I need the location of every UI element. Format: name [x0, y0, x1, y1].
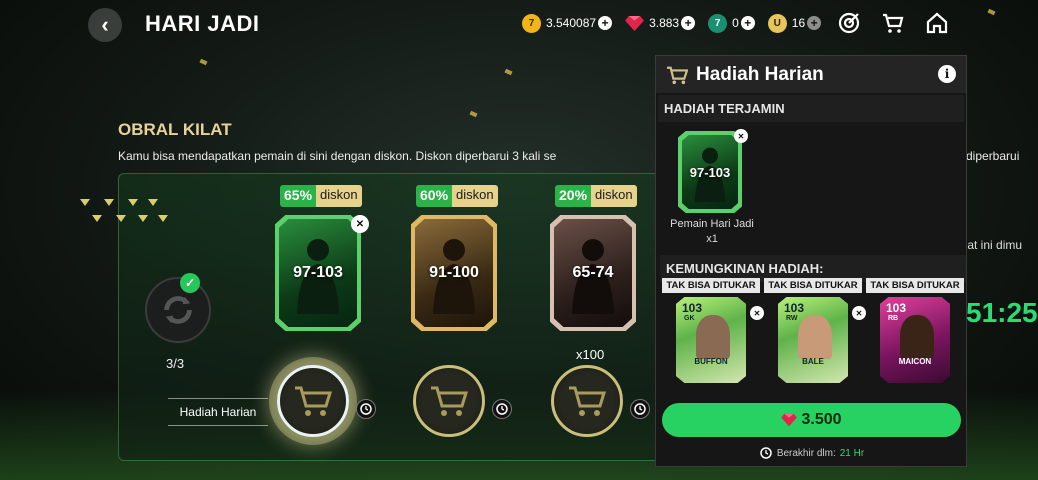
decorative-triangles: [80, 199, 170, 229]
currency-u-coins: U 16 +: [767, 13, 822, 33]
currency-value: 16: [791, 16, 806, 30]
home-icon[interactable]: [924, 10, 950, 36]
buy-button-3[interactable]: [551, 365, 623, 437]
player-portrait: [798, 315, 832, 359]
cart-icon: [569, 386, 607, 416]
daily-reward-popup: Hadiah Harian i HADIAH TERJAMIN 97-103 ✕…: [655, 55, 967, 467]
back-button[interactable]: ‹: [88, 8, 122, 42]
clock-icon: [630, 399, 650, 419]
section-description-overflow: diperbarui: [966, 149, 1020, 163]
discount-badge: 20% diskon: [555, 185, 637, 207]
currency-gems: 3.883 +: [625, 14, 696, 33]
refresh-icon: [164, 296, 192, 324]
popup-title: Hadiah Harian: [696, 63, 824, 85]
untradeable-icon: ✕: [852, 306, 866, 320]
currency-value: 0: [732, 16, 739, 30]
gem-icon: [781, 413, 798, 427]
clock-icon: [356, 399, 376, 419]
player-card: 103 GK BUFFON: [676, 297, 746, 383]
refresh-count: 3/3: [166, 356, 185, 371]
cart-icon: [295, 386, 333, 416]
buy-price-button[interactable]: 3.500: [662, 403, 961, 437]
untradeable-icon: ✕: [734, 129, 748, 143]
price-value: 3.500: [801, 411, 842, 428]
currency-bar: 7 3.540087 + 3.883 + 7 0 + U 16 +: [522, 11, 834, 35]
currency-tokens: 7 0 +: [708, 13, 755, 33]
player-card: 91-100: [411, 215, 497, 331]
possible-reward-item[interactable]: TAK BISA DITUKAR 103 GK BUFFON ✕: [662, 278, 764, 383]
expiry-info: Berakhir dlm: 21 Hr: [656, 447, 968, 459]
player-card: 103 RW BALE: [778, 297, 848, 383]
currency-value: 3.540087: [546, 16, 597, 30]
untradeable-tag: TAK BISA DITUKAR: [764, 278, 862, 293]
expiry-label: Berakhir dlm:: [776, 447, 836, 459]
possible-reward-item[interactable]: TAK BISA DITUKAR 103 RB MAICON: [866, 278, 964, 383]
page-title: HARI JADI: [145, 11, 260, 36]
cart-icon: [667, 66, 688, 84]
guaranteed-reward-card[interactable]: 97-103 ✕: [678, 129, 748, 213]
untradeable-tag: TAK BISA DITUKAR: [662, 278, 760, 293]
confetti-decoration: [199, 58, 208, 66]
currency-coins: 7 3.540087 +: [522, 13, 613, 33]
untradeable-icon: ✕: [750, 306, 764, 320]
refresh-button[interactable]: [145, 277, 211, 343]
confetti-decoration: [504, 68, 513, 76]
daily-reward-label: Hadiah Harian: [168, 398, 268, 426]
target-icon[interactable]: [836, 10, 862, 36]
add-tokens-button[interactable]: +: [740, 16, 755, 30]
guaranteed-name: Pemain Hari Jadi: [670, 218, 754, 230]
popup-header: Hadiah Harian i: [656, 56, 966, 93]
guaranteed-heading: HADIAH TERJAMIN: [658, 95, 964, 122]
gem-icon: [625, 14, 645, 33]
section-title: OBRAL KILAT: [118, 120, 232, 139]
possible-rewards: TAK BISA DITUKAR 103 GK BUFFON ✕ TAK BIS…: [662, 278, 968, 383]
confetti-decoration: [469, 110, 478, 118]
clock-icon: [492, 399, 512, 419]
player-card: 103 RB MAICON: [880, 297, 950, 383]
offer-quantity: x100: [576, 347, 605, 362]
u-coin-icon: U: [767, 13, 787, 33]
chevron-left-icon: ‹: [101, 12, 109, 37]
currency-value: 3.883: [649, 16, 680, 30]
expiry-value: 21 Hr: [839, 447, 865, 459]
top-nav-icons: [836, 10, 968, 36]
untradeable-tag: TAK BISA DITUKAR: [866, 278, 964, 293]
player-card: 97-103: [678, 131, 742, 213]
coin-icon: 7: [522, 13, 541, 33]
confetti-decoration: [987, 8, 996, 16]
player-card: 65-74: [550, 215, 636, 331]
cart-icon: [431, 386, 469, 416]
check-icon: ✓: [180, 273, 200, 293]
player-card: 97-103: [275, 215, 361, 331]
discount-badge: 65% diskon: [280, 185, 362, 207]
info-icon[interactable]: i: [938, 65, 956, 83]
add-u-coins-button[interactable]: +: [807, 16, 822, 30]
add-gems-button[interactable]: +: [681, 16, 696, 30]
clock-icon: [760, 447, 772, 459]
guaranteed-quantity: x1: [706, 233, 718, 245]
possible-reward-item[interactable]: TAK BISA DITUKAR 103 RW BALE ✕: [764, 278, 866, 383]
section-description: Kamu bisa mendapatkan pemain di sini den…: [118, 149, 557, 163]
add-coins-button[interactable]: +: [598, 16, 613, 30]
player-portrait: [696, 315, 730, 359]
token-icon: 7: [708, 13, 728, 33]
cart-icon[interactable]: [880, 10, 906, 36]
player-portrait: [900, 315, 934, 359]
untradeable-icon: ✕: [351, 215, 369, 233]
discount-badge: 60% diskon: [416, 185, 498, 207]
buy-button-1[interactable]: [277, 365, 349, 437]
buy-button-2[interactable]: [413, 365, 485, 437]
side-text: ilat ini dimu: [962, 238, 1023, 252]
countdown-timer: 51:25: [966, 297, 1038, 328]
